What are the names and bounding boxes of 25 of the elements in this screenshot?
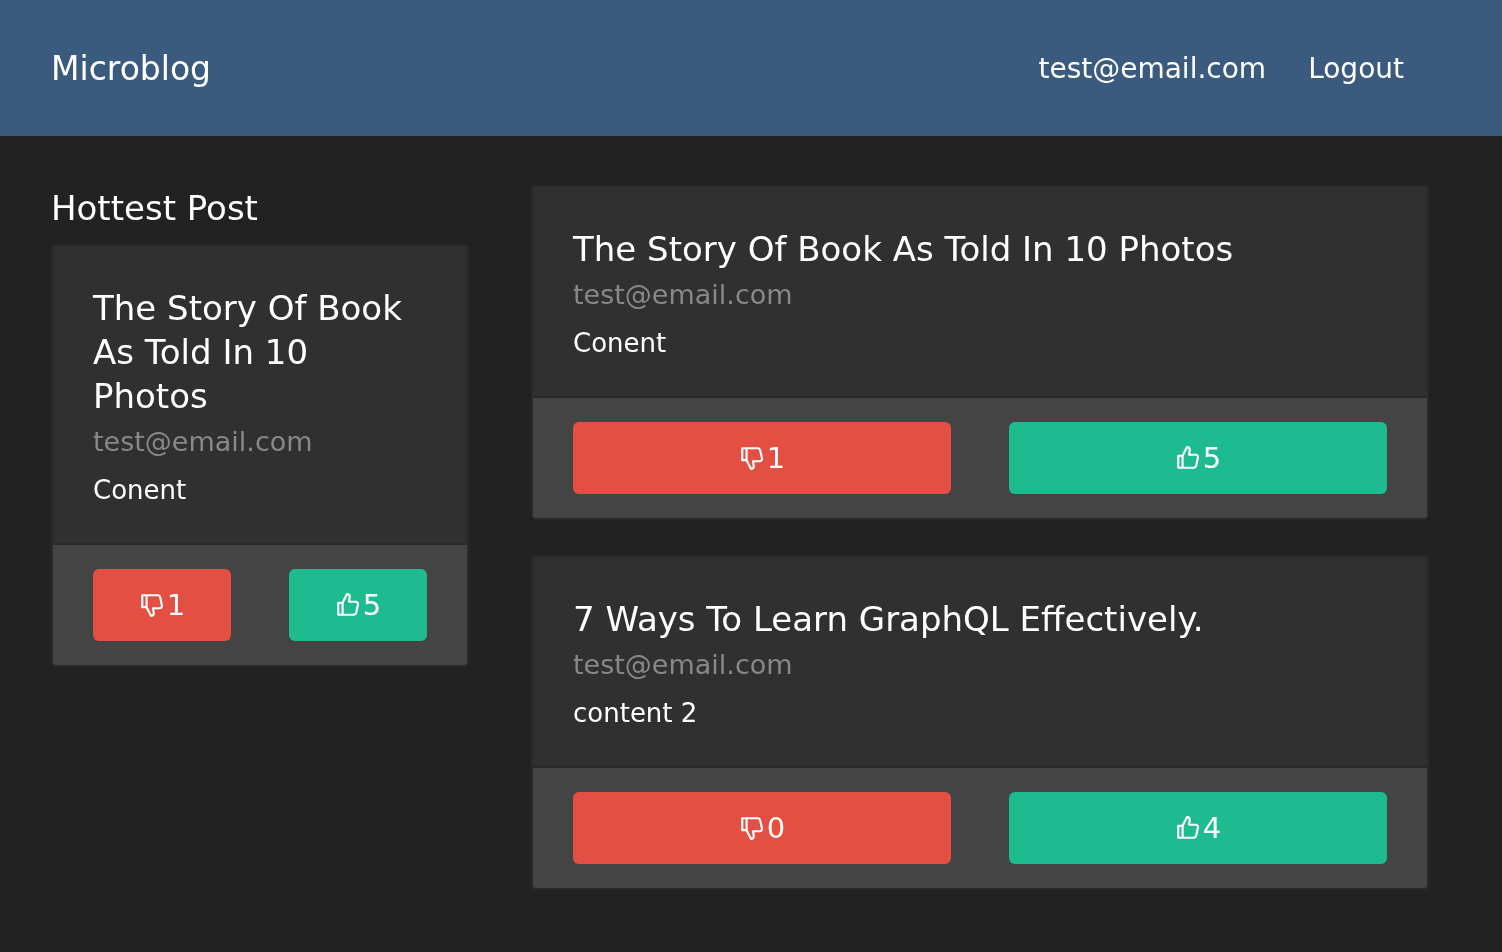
brand-link[interactable]: Microblog	[51, 48, 212, 88]
post-content: Conent	[93, 475, 188, 505]
post-author: test@email.com	[93, 426, 314, 457]
like-button[interactable]: 5	[289, 569, 427, 641]
thumbs-up-icon	[334, 592, 361, 618]
thumbs-up-icon	[1174, 815, 1201, 841]
post-title: 7 Ways To Learn GraphQL Effectively.	[573, 598, 1205, 641]
thumbs-down-icon	[738, 815, 765, 841]
post-content: content 2	[573, 698, 699, 728]
post-content: Conent	[573, 328, 668, 358]
thumbs-down-icon	[138, 592, 165, 618]
logout-link[interactable]: Logout	[1308, 51, 1404, 85]
section-heading: Hottest Post	[51, 188, 259, 228]
post-title: The Story Of Book As Told In 10 Photos	[573, 228, 1235, 271]
thumbs-up-icon	[1174, 445, 1201, 471]
dislike-button[interactable]: 1	[93, 569, 231, 641]
like-button[interactable]: 5	[1009, 422, 1387, 494]
thumbs-down-icon	[738, 445, 765, 471]
like-button[interactable]: 4	[1009, 792, 1387, 864]
post-title: The Story Of Book As Told In 10 Photos	[93, 287, 403, 418]
dislike-button[interactable]: 1	[573, 422, 951, 494]
post-author: test@email.com	[573, 279, 794, 310]
user-email-link[interactable]: test@email.com	[1038, 51, 1267, 85]
dislike-button[interactable]: 0	[573, 792, 951, 864]
post-author: test@email.com	[573, 649, 794, 680]
